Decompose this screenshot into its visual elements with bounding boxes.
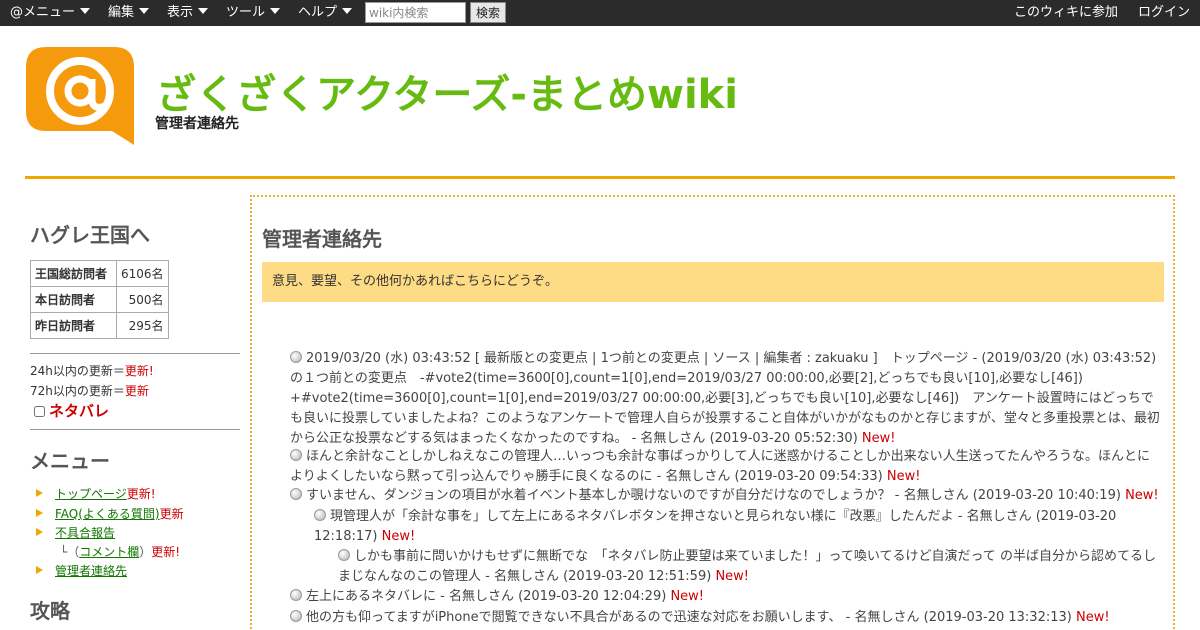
site-subtitle: 管理者連絡先 xyxy=(155,116,239,132)
radio-bullet-icon[interactable] xyxy=(290,589,302,601)
comment-text: 2019/03/20 (水) 03:43:52 [ 最新版との変更点 | 1つ前… xyxy=(290,351,1160,446)
menu-item-bug-report: 不具合報告 xyxy=(36,524,115,541)
comment-text: 左上にあるネタバレに - 名無しさん (2019-03-20 12:04:29) xyxy=(306,589,667,604)
comment-text: 現管理人が「余計な事を」して左上にあるネタバレボタンを押さないと見られない様に『… xyxy=(314,509,1117,544)
menu-link[interactable]: 管理者連絡先 xyxy=(55,564,127,578)
sidebar-heading-menu: メニュー xyxy=(30,449,110,473)
chevron-down-icon xyxy=(270,8,281,14)
updates-24h: 24h以内の更新＝更新! xyxy=(30,362,154,379)
comment-item: 2019/03/20 (水) 03:43:52 [ 最新版との変更点 | 1つ前… xyxy=(290,349,1162,449)
menu-link[interactable]: 不具合報告 xyxy=(55,526,115,540)
updates-24h-label: 24h以内の更新＝ xyxy=(30,364,125,378)
triangle-bullet-icon xyxy=(36,489,43,497)
new-badge: New! xyxy=(861,431,896,446)
header-divider xyxy=(25,176,1175,179)
comment-text: すいません、ダンジョンの項目が水着イベント基本しか覗けないのですが自分だけなので… xyxy=(306,488,1121,503)
visitor-label: 王国総訪問者 xyxy=(30,260,117,287)
updates-24h-link[interactable]: 更新! xyxy=(125,364,154,378)
sub-prefix: └（ xyxy=(60,545,80,559)
radio-bullet-icon[interactable] xyxy=(290,449,302,461)
chevron-down-icon xyxy=(342,8,353,14)
comment-item: すいません、ダンジョンの項目が水着イベント基本しか覗けないのですが自分だけなので… xyxy=(290,486,1162,506)
table-row: 王国総訪問者 6106名 xyxy=(30,260,169,287)
atmenu-label: @メニュー xyxy=(10,5,76,20)
comment-text: ほんと余計なことしかしねえなこの管理人…いっつも余計な事ばっかりして人に迷惑かけ… xyxy=(290,449,1150,484)
visitor-label: 本日訪問者 xyxy=(30,286,117,313)
page-title: 管理者連絡先 xyxy=(262,227,382,251)
atmenu-dropdown[interactable]: @メニュー xyxy=(10,0,91,26)
new-badge: New! xyxy=(715,569,750,584)
view-label: 表示 xyxy=(167,5,194,20)
radio-bullet-icon[interactable] xyxy=(314,509,326,521)
comment-reply: 現管理人が「余計な事を」して左上にあるネタバレボタンを押さないと見られない様に『… xyxy=(314,507,1162,547)
comment-item: 他の方も仰ってますがiPhoneで閲覧できない不具合があるので迅速な対応をお願い… xyxy=(290,608,1162,628)
spoiler-label[interactable]: ネタバレ xyxy=(49,402,109,420)
sub-suffix: ） xyxy=(139,545,152,559)
updated-badge: 更新! xyxy=(126,487,156,501)
triangle-bullet-icon xyxy=(36,566,43,574)
chevron-down-icon xyxy=(139,8,150,14)
wiki-search-input[interactable] xyxy=(365,2,466,23)
visitor-value: 500名 xyxy=(116,286,169,313)
new-badge: New! xyxy=(886,469,921,484)
join-wiki-link[interactable]: このウィキに参加 xyxy=(1014,0,1118,26)
edit-label: 編集 xyxy=(108,5,135,20)
visitor-counter-table: 王国総訪問者 6106名 本日訪問者 500名 昨日訪問者 295名 xyxy=(30,260,169,339)
spoiler-toggle: ネタバレ xyxy=(34,400,109,421)
spoiler-checkbox[interactable] xyxy=(34,406,45,417)
sidebar-divider xyxy=(30,429,240,430)
comment-text: 他の方も仰ってますがiPhoneで閲覧できない不具合があるので迅速な対応をお願い… xyxy=(306,610,1072,625)
table-row: 昨日訪問者 295名 xyxy=(30,312,169,339)
chevron-down-icon xyxy=(198,8,209,14)
top-bar: @メニュー 編集 表示 ツール ヘルプ 検索 このウィキに参加 ログイン xyxy=(0,0,1200,26)
updated-badge: 更新! xyxy=(151,545,181,559)
menu-item-top-page: トップページ更新! xyxy=(36,485,156,502)
visitor-value: 6106名 xyxy=(116,260,169,287)
help-label: ヘルプ xyxy=(298,5,338,20)
new-badge: New! xyxy=(1075,610,1110,625)
comment-item: 左上にあるネタバレに - 名無しさん (2019-03-20 12:04:29)… xyxy=(290,587,1162,607)
new-badge: New! xyxy=(1125,488,1159,503)
updates-72h-link[interactable]: 更新 xyxy=(125,384,149,398)
updates-72h-label: 72h以内の更新＝ xyxy=(30,384,125,398)
comments-link[interactable]: コメント欄 xyxy=(79,545,139,559)
chevron-down-icon xyxy=(80,8,91,14)
tools-dropdown[interactable]: ツール xyxy=(226,0,281,26)
updated-badge: 更新 xyxy=(159,507,184,521)
radio-bullet-icon[interactable] xyxy=(290,351,302,363)
radio-bullet-icon[interactable] xyxy=(290,488,302,500)
edit-dropdown[interactable]: 編集 xyxy=(108,0,150,26)
comment-item: ほんと余計なことしかしねえなこの管理人…いっつも余計な事ばっかりして人に迷惑かけ… xyxy=(290,447,1162,487)
help-dropdown[interactable]: ヘルプ xyxy=(298,0,353,26)
view-dropdown[interactable]: 表示 xyxy=(167,0,209,26)
login-link[interactable]: ログイン xyxy=(1138,0,1190,26)
tools-label: ツール xyxy=(226,5,266,20)
at-logo-icon[interactable] xyxy=(26,47,134,145)
radio-bullet-icon[interactable] xyxy=(290,610,302,622)
sidebar-divider xyxy=(30,353,240,354)
menu-item-faq: FAQ(よくある質問)更新 xyxy=(36,505,184,522)
site-title[interactable]: ざくざくアクターズ-まとめwiki xyxy=(156,62,738,120)
new-badge: New! xyxy=(381,529,416,544)
notice-box: 意見、要望、その他何かあればこちらにどうぞ。 xyxy=(262,262,1164,302)
triangle-bullet-icon xyxy=(36,528,43,536)
menu-item-admin-contact: 管理者連絡先 xyxy=(36,562,127,579)
comment-reply: しかも事前に問いかけもせずに無断でな 「ネタバレ防止要望は来ていました！」って喚… xyxy=(338,547,1162,587)
search-button[interactable]: 検索 xyxy=(470,2,506,23)
main-content: 管理者連絡先 意見、要望、その他何かあればこちらにどうぞ。 2019/03/20… xyxy=(250,195,1175,630)
sidebar-heading-strategy: 攻略 xyxy=(30,599,70,623)
updates-72h: 72h以内の更新＝更新 xyxy=(30,382,149,399)
menu-link[interactable]: トップページ xyxy=(55,487,127,501)
visitor-label: 昨日訪問者 xyxy=(30,312,117,339)
triangle-bullet-icon xyxy=(36,509,43,517)
table-row: 本日訪問者 500名 xyxy=(30,286,169,313)
visitor-value: 295名 xyxy=(116,312,169,339)
new-badge: New! xyxy=(670,589,705,604)
sidebar-heading-kingdom: ハグレ王国へ xyxy=(30,223,150,247)
menu-subitem-comments: └（コメント欄）更新! xyxy=(60,543,180,560)
radio-bullet-icon[interactable] xyxy=(338,549,350,561)
menu-link[interactable]: FAQ(よくある質問) xyxy=(55,507,160,521)
